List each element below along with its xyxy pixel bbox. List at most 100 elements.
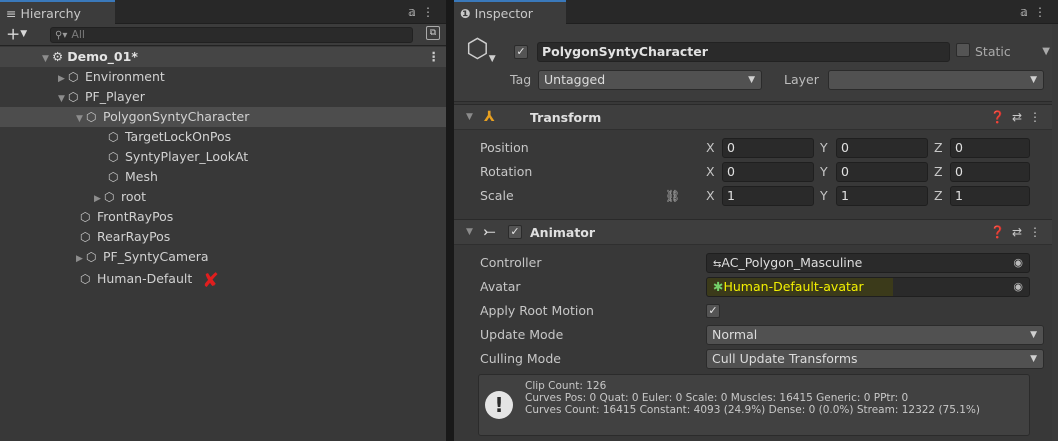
- layer-dropdown[interactable]: ▼: [828, 70, 1044, 90]
- expand-arrow-icon[interactable]: ▶: [58, 69, 68, 89]
- lock-icon[interactable]: 𝕒: [408, 5, 422, 19]
- item-label: FrontRayPos: [96, 209, 174, 224]
- tag-dropdown[interactable]: Untagged ▼: [538, 70, 762, 90]
- avatar-value: Human-Default-avatar: [723, 279, 864, 294]
- unity-scene-icon: ⚙: [52, 49, 64, 64]
- scale-y-field[interactable]: 1: [836, 186, 928, 206]
- animator-header[interactable]: ▼ ⤚ ✓ Animator ❓⇄⋮: [454, 219, 1058, 245]
- more-menu-icon[interactable]: ⋮: [422, 5, 440, 19]
- static-label: Static: [975, 44, 1011, 59]
- scene-row[interactable]: ▼ ⚙ Demo_01* ⋮: [0, 47, 446, 67]
- component-menu-icon[interactable]: ⋮: [1029, 110, 1048, 124]
- presets-icon[interactable]: ⇄: [1012, 110, 1029, 124]
- constrain-proportions-icon[interactable]: ⛓: [665, 185, 680, 207]
- static-dropdown-icon[interactable]: ▼: [1042, 43, 1050, 61]
- inspector-scrollbar[interactable]: [1052, 24, 1058, 441]
- apply-root-motion-checkbox[interactable]: ✓: [706, 304, 720, 318]
- info-line: Curves Pos: 0 Quat: 0 Euler: 0 Scale: 0 …: [525, 392, 909, 404]
- chevron-down-icon: ▼: [488, 54, 496, 64]
- help-icon[interactable]: ❓: [990, 225, 1012, 239]
- rotation-x-field[interactable]: 0: [722, 162, 814, 182]
- presets-icon[interactable]: ⇄: [1012, 225, 1029, 239]
- axis-z-label: Z: [934, 140, 943, 155]
- object-name-field[interactable]: PolygonSyntyCharacter: [537, 42, 950, 62]
- avatar-label: Avatar: [480, 279, 521, 294]
- component-controls: ❓⇄⋮: [990, 220, 1048, 245]
- list-item[interactable]: ▶ ⬡ root: [0, 187, 446, 207]
- list-item[interactable]: ▶ ⬡ PF_SyntyCamera: [0, 247, 446, 267]
- expand-arrow-icon[interactable]: ▼: [76, 109, 86, 129]
- search-input[interactable]: ⚲▾ All: [50, 27, 413, 43]
- expand-arrow-icon[interactable]: ▶: [76, 249, 86, 269]
- list-item[interactable]: ▼ ⬡ PF_Player: [0, 87, 446, 107]
- axis-z-label: Z: [934, 188, 943, 203]
- scale-z-field[interactable]: 1: [950, 186, 1030, 206]
- tag-label: Tag: [510, 72, 532, 87]
- gameobject-icon[interactable]: ⬡▼: [466, 34, 496, 64]
- list-item[interactable]: ▼ ⬡ PolygonSyntyCharacter: [0, 107, 446, 127]
- scene-menu-icon[interactable]: ⋮: [428, 47, 441, 67]
- list-item[interactable]: ⬡ SyntyPlayer_LookAt: [0, 147, 446, 167]
- animator-enabled-checkbox[interactable]: ✓: [508, 225, 522, 239]
- position-z-field[interactable]: 0: [950, 138, 1030, 158]
- component-title: Transform: [530, 110, 602, 125]
- lock-icon[interactable]: 𝕒: [1020, 5, 1034, 19]
- info-icon: ❶: [460, 6, 471, 21]
- fold-arrow-icon[interactable]: ▼: [466, 105, 473, 130]
- list-item[interactable]: ⬡ TargetLockOnPos: [0, 127, 446, 147]
- gameobject-icon: ⬡: [104, 190, 115, 204]
- tab-hierarchy[interactable]: ≡ Hierarchy: [0, 0, 115, 24]
- axis-y-label: Y: [820, 164, 828, 179]
- more-menu-icon[interactable]: ⋮: [1034, 5, 1052, 19]
- axis-y-label: Y: [820, 188, 828, 203]
- culling-mode-dropdown[interactable]: Cull Update Transforms ▼: [706, 349, 1044, 369]
- item-label: root: [120, 189, 147, 204]
- update-mode-label: Update Mode: [480, 327, 564, 342]
- scene-name: Demo_01*: [67, 49, 138, 64]
- static-checkbox[interactable]: [956, 43, 970, 57]
- rotation-y-field[interactable]: 0: [836, 162, 928, 182]
- rotation-z-field[interactable]: 0: [950, 162, 1030, 182]
- gameobject-icon: ⬡: [86, 110, 97, 124]
- list-item[interactable]: ⬡ RearRayPos: [0, 227, 446, 247]
- position-y-field[interactable]: 0: [836, 138, 928, 158]
- controller-value: AC_Polygon_Masculine: [721, 255, 863, 270]
- layer-label: Layer: [784, 72, 819, 87]
- axis-x-label: X: [706, 140, 715, 155]
- axis-z-label: Z: [934, 164, 943, 179]
- fold-arrow-icon[interactable]: ▼: [466, 220, 473, 245]
- item-label: Environment: [84, 69, 165, 84]
- component-menu-icon[interactable]: ⋮: [1029, 225, 1048, 239]
- item-label: TargetLockOnPos: [124, 129, 232, 144]
- tag-value: Untagged: [544, 72, 606, 87]
- expand-arrow-icon[interactable]: ▼: [42, 49, 52, 69]
- list-item[interactable]: ⬡ FrontRayPos: [0, 207, 446, 227]
- active-checkbox[interactable]: ✓: [514, 45, 528, 59]
- update-mode-dropdown[interactable]: Normal ▼: [706, 325, 1044, 345]
- expand-arrow-icon[interactable]: ▼: [58, 89, 68, 109]
- object-picker-icon[interactable]: ◉: [1013, 254, 1023, 272]
- chevron-down-icon: ▼: [1030, 354, 1037, 364]
- controller-field[interactable]: ⇆AC_Polygon_Masculine ◉: [706, 253, 1030, 273]
- position-x-field[interactable]: 0: [722, 138, 814, 158]
- gameobject-icon: ⬡: [68, 90, 79, 104]
- expand-arrow-icon[interactable]: ▶: [94, 189, 104, 209]
- list-item[interactable]: ⬡ Human-Default ✘: [0, 269, 446, 290]
- transform-header[interactable]: ▼ ⅄ Transform ❓⇄⋮: [454, 104, 1058, 130]
- scale-x-field[interactable]: 1: [722, 186, 814, 206]
- list-item[interactable]: ⬡ Mesh: [0, 167, 446, 187]
- create-button[interactable]: +▼: [6, 24, 27, 46]
- list-icon: ≡: [6, 6, 17, 21]
- tab-inspector[interactable]: ❶ Inspector: [454, 0, 566, 24]
- gameobject-header: ⬡▼ ✓ PolygonSyntyCharacter Static ▼ Tag …: [454, 24, 1058, 102]
- tab-label: Inspector: [474, 6, 533, 21]
- list-item[interactable]: ▶ ⬡ Environment: [0, 67, 446, 87]
- avatar-field[interactable]: ✱Human-Default-avatar ◉: [706, 277, 1030, 297]
- scene-visibility-icon[interactable]: ⧉: [426, 26, 440, 40]
- object-picker-icon[interactable]: ◉: [1013, 278, 1023, 296]
- gameobject-icon: ⬡: [80, 272, 91, 286]
- gameobject-icon: ⬡: [108, 130, 119, 144]
- item-label: PF_Player: [84, 89, 145, 104]
- help-icon[interactable]: ❓: [990, 110, 1012, 124]
- gameobject-icon: ⬡: [80, 230, 91, 244]
